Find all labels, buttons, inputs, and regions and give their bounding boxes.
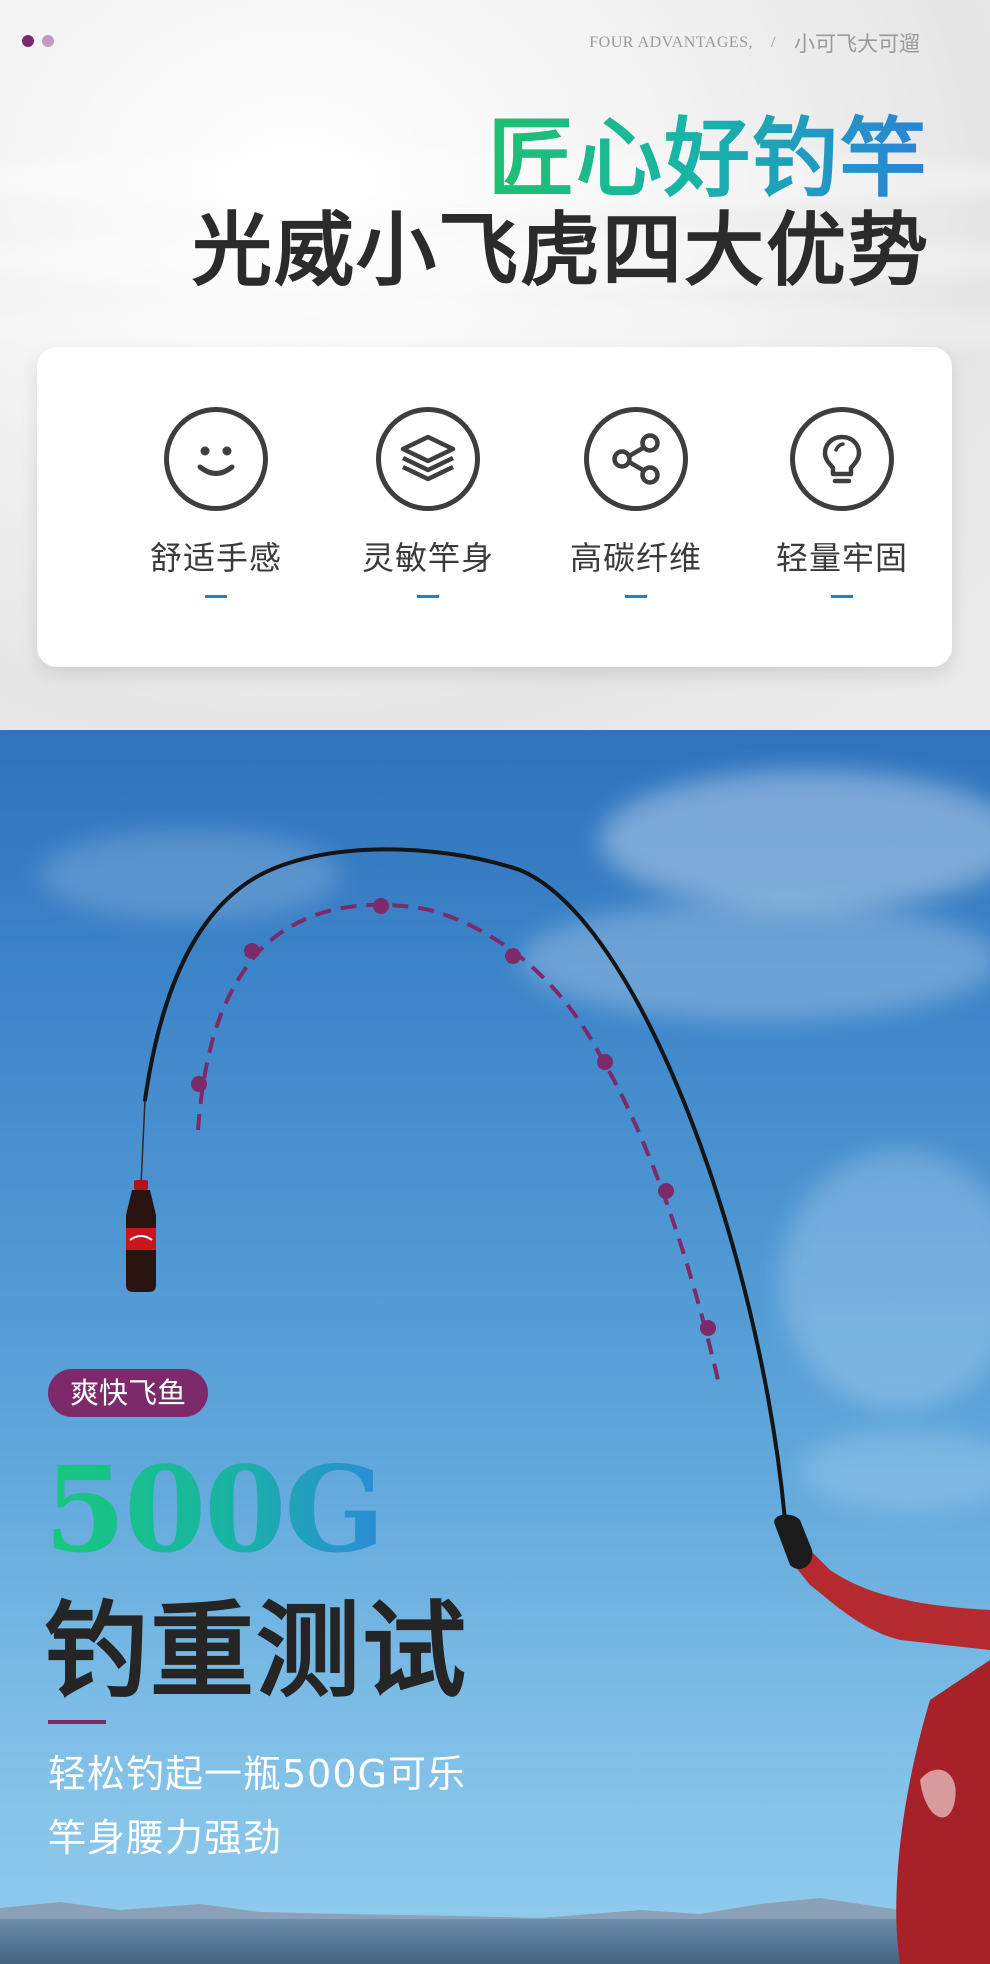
feature-label: 轻量牢固 <box>775 539 908 577</box>
share-icon <box>584 407 688 511</box>
tagline-english: FOUR ADVANTAGES, <box>589 34 754 51</box>
bend-point <box>700 1320 716 1336</box>
bend-point <box>191 1076 207 1092</box>
cola-bottle-icon <box>126 1180 156 1292</box>
bend-curve <box>196 902 720 1381</box>
tagline: FOUR ADVANTAGES, / 小可飞大可遛 <box>589 28 920 58</box>
dot-icon <box>42 35 54 47</box>
feature-label: 高碳纤维 <box>569 539 702 577</box>
features-card: 舒适手感 灵敏竿身 高碳纤维 轻量牢固 <box>37 347 952 667</box>
bend-point <box>373 898 389 914</box>
layers-icon <box>376 407 480 511</box>
feature-item: 高碳纤维 <box>551 407 721 598</box>
smiley-icon <box>164 407 268 511</box>
bend-point <box>244 943 260 959</box>
bend-point <box>505 948 521 964</box>
decor-dots <box>22 35 54 47</box>
feature-dash <box>831 595 853 598</box>
feature-dash <box>205 595 227 598</box>
hero-desc-line: 轻松钓起一瓶500G可乐 <box>48 1752 466 1796</box>
hero-weight: 500G <box>44 1440 385 1579</box>
hero-divider <box>48 1720 106 1724</box>
feature-label: 舒适手感 <box>149 539 282 577</box>
hero-desc-line: 竿身腰力强劲 <box>48 1816 283 1860</box>
feature-item: 舒适手感 <box>131 407 301 598</box>
tagline-separator: / <box>771 34 776 51</box>
dot-icon <box>22 35 34 47</box>
header-section: FOUR ADVANTAGES, / 小可飞大可遛 匠心好钓竿 光威小飞虎四大优… <box>0 0 990 730</box>
tagline-chinese: 小可飞大可遛 <box>794 32 920 56</box>
feature-item: 灵敏竿身 <box>343 407 513 598</box>
feature-label: 灵敏竿身 <box>361 539 494 577</box>
fishing-rod <box>143 847 787 1522</box>
bend-point <box>658 1183 674 1199</box>
bend-point <box>597 1054 613 1070</box>
fishing-line <box>140 1099 146 1186</box>
page-subtitle: 光威小飞虎四大优势 <box>192 203 930 297</box>
hero-tag: 爽快飞鱼 <box>48 1369 209 1417</box>
feature-dash <box>625 595 647 598</box>
feature-dash <box>417 595 439 598</box>
angler-arm <box>774 1514 990 1964</box>
hero-description: 轻松钓起一瓶500G可乐 竿身腰力强劲 <box>48 1742 466 1870</box>
hero-title: 钓重测试 <box>44 1589 469 1712</box>
lightbulb-icon <box>790 407 894 511</box>
feature-item: 轻量牢固 <box>757 407 927 598</box>
